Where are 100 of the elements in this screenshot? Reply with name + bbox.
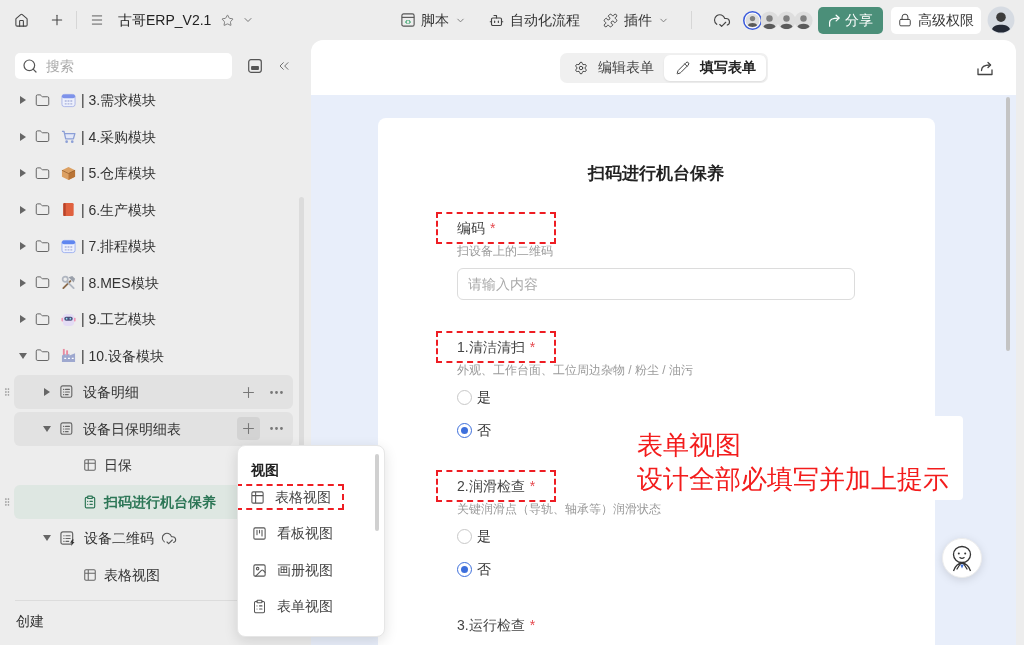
required-asterisk: * [529,338,536,357]
menu-title: 视图 [251,461,279,480]
field-label: 1.清洁清扫 [457,338,525,357]
star-icon[interactable] [221,13,235,27]
share-button[interactable]: 分享 [818,6,883,34]
caret-right-icon[interactable] [20,205,26,214]
field-hint: 扫设备上的二维码 [457,244,553,258]
image-icon [252,562,267,578]
list-icon [60,385,74,399]
radio-button[interactable] [457,528,472,544]
kanban-icon [252,526,267,541]
permissions-button[interactable]: 高级权限 [891,6,981,34]
radio-button[interactable] [457,561,472,577]
home-icon[interactable] [14,12,29,28]
caret-right-icon[interactable] [20,242,26,250]
search-field[interactable]: 搜索 [15,53,232,79]
toolbar-menu[interactable]: 插件 [603,6,669,34]
tree-item-label[interactable]: | 8.MES模块 [81,272,159,293]
panel-icon[interactable] [248,59,262,73]
toolbar-menu[interactable]: 自动化流程 [489,6,580,34]
caret-right-icon[interactable] [20,315,26,323]
toolbar-menu[interactable]: 脚本 [401,6,466,34]
menu-item[interactable]: 表单视图 [251,589,333,624]
tree-item-label[interactable]: | 4.采购模块 [81,126,157,147]
caret-right-icon[interactable] [20,169,26,177]
menu-item[interactable]: 看板视图 [251,516,333,551]
list-bolt-icon [60,530,75,546]
scrollbar-thumb[interactable] [375,454,379,531]
folder-icon [35,311,50,327]
pencil-icon [675,60,690,75]
tree-item-label[interactable]: | 5.仓库模块 [81,163,157,183]
shopping-cart-icon [61,129,76,144]
tree-item-label[interactable]: 日保 [104,455,132,475]
tree-item-label[interactable]: 设备日保明细表 [83,418,181,439]
tree-row-highlight[interactable]: 设备日保明细表 [14,411,293,446]
folder-icon [35,348,50,363]
field-label: 编码 [457,219,485,238]
cloud-check-icon[interactable] [713,11,731,29]
menu-item[interactable]: 画册视图 [251,553,333,587]
calendar-icon [61,92,76,108]
share-icon[interactable] [977,59,993,76]
tree-item-label[interactable]: 设备明细 [83,382,139,402]
folder-icon [35,202,50,217]
folder-icon [35,129,50,144]
scrollbar-thumb[interactable] [1006,97,1010,351]
script-icon [401,13,415,27]
radio-label[interactable]: 是 [477,525,491,547]
caret-down-icon[interactable] [19,352,27,359]
radio-button[interactable] [457,422,472,438]
collaborator-avatar-icon[interactable] [743,10,762,30]
caret-right-icon[interactable] [20,132,26,141]
add-button[interactable] [237,417,260,440]
radio-label[interactable]: 是 [477,386,491,408]
collaborator-avatar-icon[interactable] [794,10,813,30]
annotation-text: 设计全部必填写并加上提示 [637,463,949,496]
caret-down-icon[interactable] [43,535,51,541]
robot-icon [61,311,76,327]
tree-item-label[interactable]: 表格视图 [104,564,160,585]
drag-handle-icon[interactable] [2,385,12,399]
caret-right-icon[interactable] [44,388,50,396]
folder-icon [35,165,50,181]
field-label: 3.运行检查 [457,616,525,635]
tree-item-label[interactable]: | 9.工艺模块 [81,309,157,329]
factory-icon [61,348,76,363]
form-icon [83,494,97,509]
required-asterisk: * [529,616,536,635]
tree-item-label[interactable]: | 7.排程模块 [81,236,157,256]
tree-row-highlight[interactable]: 设备明细 [14,375,293,409]
collaborator-avatar-icon[interactable] [777,10,796,30]
radio-button[interactable] [457,389,472,405]
create-label[interactable]: 创建 [16,610,44,631]
field-hint: 关键润滑点（导轨、轴承等）润滑状态 [457,502,661,516]
form-title: 扫码进行机台保养 [588,163,724,185]
radio-label[interactable]: 否 [477,558,491,580]
tree-item-label[interactable]: | 10.设备模块 [81,345,164,366]
tree-item-label[interactable]: 扫码进行机台保养 [104,491,216,512]
tree-item-label[interactable]: 设备二维码 [84,528,154,548]
add-icon[interactable] [49,12,65,28]
required-asterisk: * [490,219,496,238]
folder-icon [35,275,50,290]
collaborator-avatar-icon[interactable] [760,10,779,30]
robot-icon [489,12,504,28]
tab[interactable]: 填写表单 [663,54,766,81]
radio-label[interactable]: 否 [477,419,491,441]
text-input[interactable]: 请输入内容 [457,268,855,300]
caret-right-icon[interactable] [20,278,26,287]
tree-item-label[interactable]: | 6.生产模块 [81,199,157,220]
assistant-icon[interactable] [942,538,982,578]
list-icon [60,421,74,436]
field-hint: 外观、工作台面、工位周边杂物 / 粉尘 / 油污 [457,363,693,377]
puzzle-icon [603,12,618,28]
caret-right-icon[interactable] [20,96,26,104]
menu-icon[interactable] [90,13,104,27]
plus-icon [240,420,257,437]
caret-down-icon[interactable] [43,425,51,432]
calendar-icon [61,238,76,254]
tree-item-label[interactable]: | 3.需求模块 [81,90,157,110]
form-icon [252,599,267,614]
user-avatar-icon[interactable] [987,6,1015,34]
tab[interactable]: 编辑表单 [561,54,664,81]
